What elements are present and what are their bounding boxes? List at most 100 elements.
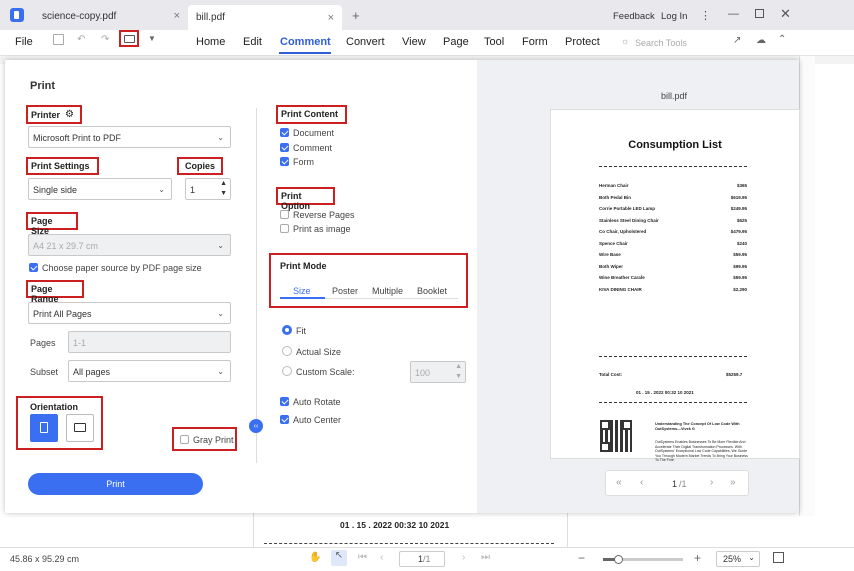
menu-view[interactable]: View: [402, 36, 426, 48]
portrait-button[interactable]: [30, 414, 58, 442]
menu-page[interactable]: Page: [443, 36, 469, 48]
vertical-scrollbar[interactable]: [799, 56, 815, 516]
first-page-icon[interactable]: ⏮: [358, 552, 367, 563]
minimize-icon[interactable]: —: [728, 8, 739, 20]
print-button[interactable]: Print: [28, 473, 203, 495]
tab-science-copy[interactable]: science-copy.pdf ×: [32, 5, 188, 27]
save-icon[interactable]: [53, 34, 64, 45]
custom-scale-radio[interactable]: [282, 366, 292, 376]
chevron-down-icon[interactable]: ▼: [455, 373, 462, 380]
feedback-link[interactable]: Feedback: [613, 11, 655, 22]
subset-select[interactable]: All pages ⌄: [68, 360, 231, 382]
landscape-button[interactable]: [66, 414, 94, 442]
receipt-item-price: $99.95: [733, 263, 747, 269]
form-checkbox[interactable]: [280, 157, 289, 166]
last-page-icon[interactable]: »: [730, 477, 736, 488]
prev-page-icon[interactable]: ‹: [380, 552, 383, 563]
tab-bill[interactable]: bill.pdf ×: [188, 5, 342, 30]
page-range-select[interactable]: Print All Pages ⌄: [28, 302, 231, 324]
receipt-item-name: Spence Chair: [599, 240, 628, 246]
items-divider: [599, 356, 747, 357]
preview-page-current[interactable]: 1: [672, 479, 677, 489]
menu-protect[interactable]: Protect: [565, 36, 600, 48]
menu-tool[interactable]: Tool: [484, 36, 504, 48]
tab-bar: science-copy.pdf × bill.pdf × + Feedback…: [0, 0, 854, 30]
gray-print-box: Gray Print: [172, 427, 237, 451]
more-icon[interactable]: ⋮: [700, 9, 711, 22]
preview-pane: bill.pdf Consumption List Herman Chair $3…: [477, 60, 800, 513]
receipt-item-price: $240: [736, 240, 747, 246]
zoom-slider[interactable]: [603, 555, 683, 564]
printer-select[interactable]: Microsoft Print to PDF ⌄: [28, 126, 231, 148]
auto-center-checkbox[interactable]: [280, 415, 289, 424]
print-option-label: Print Option: [281, 191, 310, 211]
fit-radio[interactable]: [282, 325, 292, 335]
print-settings-select[interactable]: Single side ⌄: [28, 178, 172, 200]
last-page-icon[interactable]: ⏭: [481, 552, 490, 563]
auto-rotate-checkbox[interactable]: [280, 397, 289, 406]
mode-tab-booklet[interactable]: Booklet: [417, 286, 447, 296]
print-mode-label: Print Mode: [280, 261, 327, 271]
gear-icon[interactable]: ⚙: [65, 109, 74, 120]
undo-icon[interactable]: ↶: [77, 34, 85, 45]
file-menu[interactable]: File: [15, 36, 33, 48]
search-tools-input[interactable]: Search Tools: [635, 38, 687, 48]
select-tool-icon[interactable]: ↖: [331, 550, 347, 566]
page-number-input[interactable]: 1/1: [399, 551, 445, 567]
login-link[interactable]: Log In: [661, 11, 687, 22]
receipt-item: Co Chair, Upholstered $479.95: [599, 229, 747, 241]
document-checkbox[interactable]: [280, 128, 289, 137]
page-size-select[interactable]: A4 21 x 29.7 cm ⌄: [28, 234, 231, 256]
close-icon[interactable]: ×: [174, 10, 180, 22]
chevron-down-icon[interactable]: ▼: [220, 190, 227, 197]
custom-scale-input[interactable]: 100 ▲ ▼: [410, 361, 466, 383]
print-as-image-label: Print as image: [293, 224, 351, 234]
next-page-icon[interactable]: ›: [462, 552, 465, 563]
zoom-in-icon[interactable]: +: [694, 551, 701, 565]
actual-size-radio[interactable]: [282, 346, 292, 356]
comment-checkbox[interactable]: [280, 143, 289, 152]
menu-edit[interactable]: Edit: [243, 36, 262, 48]
collapse-panel-button[interactable]: ‹‹: [249, 419, 263, 433]
share-icon[interactable]: ↗: [733, 35, 741, 46]
dropdown-icon[interactable]: ▼: [148, 34, 156, 43]
mode-tab-poster[interactable]: Poster: [332, 286, 358, 296]
print-as-image-checkbox[interactable]: [280, 224, 289, 233]
maximize-icon[interactable]: [755, 9, 764, 18]
copies-label: Copies: [184, 161, 215, 171]
new-tab-icon[interactable]: +: [352, 8, 360, 23]
pages-input[interactable]: 1-1: [68, 331, 231, 353]
cloud-upload-icon[interactable]: ☁: [756, 35, 766, 46]
reverse-pages-checkbox[interactable]: [280, 210, 289, 219]
print-dialog: Print Printer ⚙ Microsoft Print to PDF ⌄…: [5, 60, 800, 513]
mode-tab-multiple[interactable]: Multiple: [372, 286, 403, 296]
zoom-slider-handle[interactable]: [614, 555, 623, 564]
print-icon-button[interactable]: [119, 30, 139, 47]
fit-page-icon[interactable]: [773, 552, 784, 563]
tab-label: science-copy.pdf: [42, 10, 117, 22]
zoom-out-icon[interactable]: −: [578, 551, 585, 565]
close-icon[interactable]: ×: [328, 12, 334, 24]
background-document: 01 . 15 . 2022 00:32 10 2021: [253, 513, 568, 547]
prev-page-icon[interactable]: ‹: [640, 477, 643, 488]
mode-tab-size[interactable]: Size: [293, 286, 311, 296]
receipt-item-name: Wire Base: [599, 252, 621, 257]
print-content-label-box: Print Content: [276, 105, 347, 124]
redo-icon[interactable]: ↷: [101, 34, 109, 45]
choose-paper-source-checkbox[interactable]: [29, 263, 38, 272]
receipt-item: Both Pedal Bin $619.95: [599, 195, 747, 207]
menu-comment[interactable]: Comment: [280, 36, 331, 48]
gray-print-checkbox[interactable]: [180, 435, 189, 444]
collapse-ribbon-icon[interactable]: ⌃: [778, 34, 786, 45]
hand-tool-icon[interactable]: ✋: [309, 552, 321, 563]
chevron-up-icon[interactable]: ▲: [455, 363, 462, 370]
zoom-select[interactable]: 25% ⌄: [716, 551, 760, 567]
first-page-icon[interactable]: «: [616, 477, 622, 488]
next-page-icon[interactable]: ›: [710, 477, 713, 488]
menu-form[interactable]: Form: [522, 36, 548, 48]
menu-convert[interactable]: Convert: [346, 36, 385, 48]
window-close-icon[interactable]: ✕: [780, 6, 791, 22]
copies-stepper[interactable]: 1 ▲ ▼: [185, 178, 231, 200]
menu-home[interactable]: Home: [196, 36, 225, 48]
chevron-up-icon[interactable]: ▲: [220, 180, 227, 187]
